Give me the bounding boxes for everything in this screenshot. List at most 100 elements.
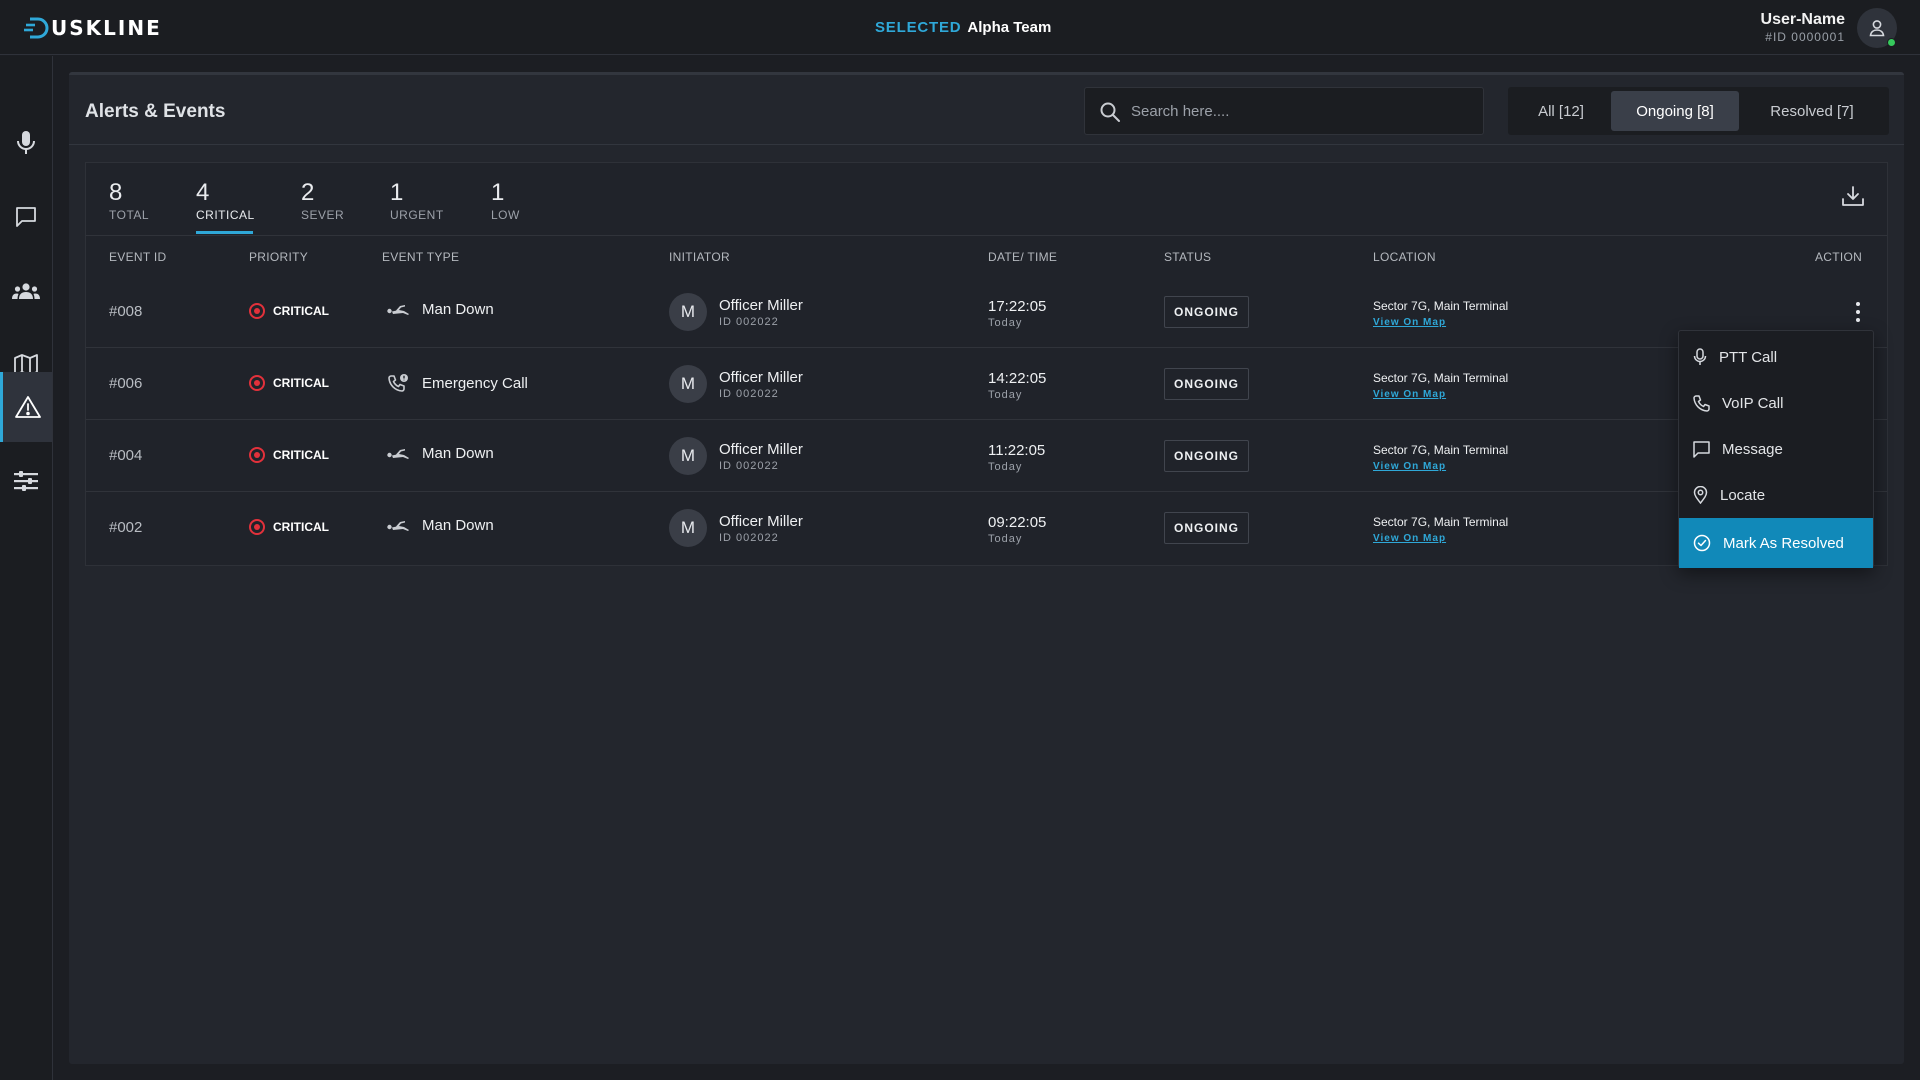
event-type: Man Down	[386, 517, 494, 534]
sidebar-item-alerts[interactable]	[0, 372, 52, 442]
stat-low[interactable]: 1 LOW	[491, 179, 520, 222]
status-badge: ONGOING	[1164, 440, 1250, 472]
online-status-dot	[1887, 38, 1896, 47]
user-name: User-Name	[1760, 11, 1845, 28]
event-id: #004	[109, 447, 143, 464]
view-on-map-link[interactable]: View On Map	[1373, 533, 1508, 544]
emergency-call-icon	[388, 374, 408, 392]
user-avatar-button[interactable]	[1857, 8, 1897, 48]
sliders-icon	[14, 471, 38, 491]
date-time: 09:22:05 Today	[988, 514, 1046, 545]
sidebar-item-ptt[interactable]	[0, 108, 52, 178]
stat-label: CRITICAL	[196, 208, 255, 222]
status-badge: ONGOING	[1164, 296, 1250, 328]
stat-value: 1	[390, 179, 404, 206]
stat-urgent[interactable]: 1 URGENT	[390, 179, 444, 222]
priority-label: CRITICAL	[273, 304, 329, 318]
download-icon	[1842, 186, 1864, 206]
warning-icon	[14, 396, 41, 418]
user-id: #ID 0000001	[1765, 30, 1845, 44]
stat-label: SEVER	[301, 208, 345, 222]
filter-tab-resolved[interactable]: Resolved [7]	[1739, 91, 1885, 131]
critical-dot-icon	[249, 519, 265, 535]
table-row[interactable]: #004 CRITICAL Man Down M Officer Miller …	[86, 420, 1887, 492]
view-on-map-link[interactable]: View On Map	[1373, 389, 1508, 400]
event-day: Today	[988, 533, 1023, 545]
brand-name: USKLINE	[51, 16, 162, 40]
menu-item-label: PTT Call	[1719, 348, 1778, 366]
initiator-name: Officer Miller	[719, 296, 803, 314]
location-text: Sector 7G, Main Terminal	[1373, 443, 1509, 457]
initiator: M Officer Miller ID 002022	[669, 509, 803, 547]
man-down-icon	[387, 448, 409, 459]
stat-label: TOTAL	[109, 208, 150, 222]
event-day: Today	[988, 317, 1023, 329]
menu-item-message[interactable]: Message	[1679, 426, 1873, 472]
man-down-icon	[387, 304, 409, 315]
event-type-label: Man Down	[422, 445, 494, 462]
menu-item-label: VoIP Call	[1722, 394, 1784, 412]
status-badge: ONGOING	[1164, 368, 1250, 400]
event-id: #002	[109, 519, 143, 536]
events-table-card: 8 TOTAL 4 CRITICAL 2 SEVER 1 URGENT 1 LO…	[85, 162, 1888, 566]
initiator-name: Officer Miller	[719, 368, 803, 386]
row-action-menu: PTT Call VoIP Call Message Locate Mark A…	[1678, 330, 1874, 568]
sidebar-item-teams[interactable]	[0, 256, 52, 326]
logo-mark-icon	[24, 17, 49, 39]
microphone-icon	[17, 131, 35, 154]
stat-critical[interactable]: 4 CRITICAL	[196, 179, 255, 222]
stat-total[interactable]: 8 TOTAL	[109, 179, 149, 222]
sidebar-item-messages[interactable]	[0, 182, 52, 252]
priority-label: CRITICAL	[273, 376, 329, 390]
event-type: Emergency Call	[386, 373, 528, 393]
column-header-status[interactable]: STATUS	[1164, 250, 1211, 264]
app-logo[interactable]: USKLINE	[24, 16, 162, 40]
critical-dot-icon	[249, 303, 265, 319]
event-day: Today	[988, 389, 1023, 401]
column-header-initiator[interactable]: INITIATOR	[669, 250, 730, 264]
menu-item-ptt-call[interactable]: PTT Call	[1679, 334, 1873, 380]
table-row[interactable]: #002 CRITICAL Man Down M Officer Miller …	[86, 492, 1887, 564]
menu-item-voip-call[interactable]: VoIP Call	[1679, 380, 1873, 426]
selected-team[interactable]: SELECTED Alpha Team	[875, 19, 1051, 36]
active-stat-indicator	[196, 231, 253, 234]
column-header-event-type[interactable]: EVENT TYPE	[382, 250, 459, 264]
filter-tab-ongoing[interactable]: Ongoing [8]	[1611, 91, 1739, 131]
status-badge: ONGOING	[1164, 512, 1250, 544]
download-button[interactable]	[1841, 185, 1865, 212]
table-row[interactable]: #006 CRITICAL Emergency Call M Officer M…	[86, 348, 1887, 420]
date-time: 14:22:05 Today	[988, 370, 1046, 401]
search-icon	[1100, 102, 1120, 122]
event-type: Man Down	[386, 445, 494, 462]
menu-item-mark-as-resolved[interactable]: Mark As Resolved	[1679, 518, 1873, 568]
location-text: Sector 7G, Main Terminal	[1373, 371, 1509, 385]
view-on-map-link[interactable]: View On Map	[1373, 317, 1508, 328]
column-header-priority[interactable]: PRIORITY	[249, 250, 308, 264]
search-input[interactable]	[1131, 88, 1471, 134]
date-time: 17:22:05 Today	[988, 298, 1046, 329]
phone-icon	[1693, 394, 1710, 412]
priority-badge: CRITICAL	[249, 375, 329, 391]
location-pin-icon	[1693, 486, 1708, 504]
table-row[interactable]: #008 CRITICAL Man Down M Officer Miller …	[86, 276, 1887, 348]
search-box[interactable]	[1084, 87, 1484, 135]
location: Sector 7G, Main Terminal View On Map	[1373, 515, 1508, 544]
initiator-id: ID 002022	[719, 315, 779, 328]
column-header-date-time[interactable]: DATE/ TIME	[988, 250, 1057, 264]
event-time: 09:22:05	[988, 514, 1047, 531]
filter-tab-all[interactable]: All [12]	[1511, 91, 1611, 131]
initiator: M Officer Miller ID 002022	[669, 293, 803, 331]
sidebar-item-settings[interactable]	[0, 446, 52, 516]
column-header-location[interactable]: LOCATION	[1373, 250, 1436, 264]
priority-stats: 8 TOTAL 4 CRITICAL 2 SEVER 1 URGENT 1 LO…	[86, 163, 1887, 236]
row-actions-menu-button[interactable]	[1853, 300, 1863, 324]
view-on-map-link[interactable]: View On Map	[1373, 461, 1508, 472]
priority-label: CRITICAL	[273, 448, 329, 462]
menu-item-locate[interactable]: Locate	[1679, 472, 1873, 518]
column-header-event-id[interactable]: EVENT ID	[109, 250, 167, 264]
kebab-dot	[1856, 302, 1860, 306]
event-time: 17:22:05	[988, 298, 1047, 315]
panel-header: Alerts & Events All [12] Ongoing [8] Res…	[69, 75, 1904, 145]
stat-sever[interactable]: 2 SEVER	[301, 179, 344, 222]
initiator-name: Officer Miller	[719, 512, 803, 530]
